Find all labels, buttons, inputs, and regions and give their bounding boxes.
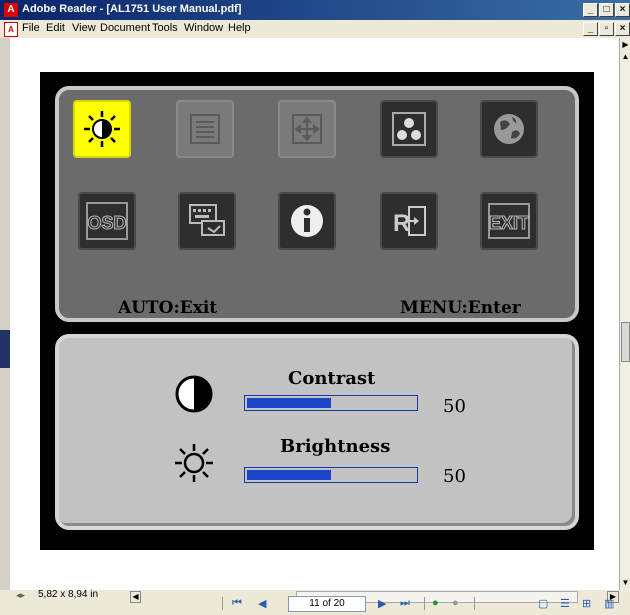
contrast-icon: [175, 375, 213, 413]
document-icon[interactable]: A: [4, 22, 18, 37]
continuous-view-icon[interactable]: ☰: [560, 597, 570, 610]
display-input-icon: [189, 204, 225, 236]
menu-document[interactable]: Document: [100, 22, 150, 34]
page-size-readout: 5,82 x 8,94 in: [38, 589, 99, 600]
menu-enter-hint: MENU:Enter: [400, 298, 521, 318]
first-page-icon[interactable]: ⏮: [232, 597, 242, 610]
navigation-pane-handle[interactable]: [0, 330, 10, 368]
osd-label: OSD: [87, 213, 126, 233]
menu-bar: A File Edit View Document Tools Window H…: [0, 20, 630, 38]
facing-view-icon[interactable]: ⊞: [582, 597, 591, 610]
minimize-button[interactable]: _: [583, 3, 598, 17]
osd-settings-tile: OSD: [78, 192, 136, 250]
brightness-value: 50: [443, 466, 466, 487]
position-arrows-icon: [292, 114, 322, 144]
globe-icon: [494, 114, 524, 144]
go-forward-icon[interactable]: ●: [452, 597, 459, 609]
contrast-value: 50: [443, 396, 466, 417]
auto-exit-hint: AUTO:Exit: [118, 298, 218, 318]
status-separator: [424, 597, 425, 610]
input-select-tile: [178, 192, 236, 250]
vertical-scrollbar[interactable]: ▶ ▲ ▼: [619, 38, 630, 590]
color-dots-icon: [392, 112, 426, 146]
doc-minimize-button[interactable]: _: [583, 22, 598, 36]
window-titlebar: A Adobe Reader - [AL1751 User Manual.pdf…: [0, 0, 630, 20]
menu-window[interactable]: Window: [184, 22, 223, 34]
exit-tile: EXIT: [480, 192, 538, 250]
page-number-field[interactable]: 11 of 20: [288, 596, 366, 612]
scroll-up-arrow-icon[interactable]: ▶: [621, 40, 630, 50]
contrast-slider: [244, 395, 418, 411]
lines-icon: [190, 114, 220, 144]
scroll-left-arrow-icon[interactable]: ◀: [130, 591, 141, 603]
position-tile: [278, 100, 336, 158]
sun-icon: [175, 444, 213, 482]
pdf-app-icon: A: [4, 3, 18, 17]
reset-icon: R: [393, 206, 426, 237]
status-separator: [474, 597, 475, 610]
info-icon: [291, 205, 323, 237]
information-tile: [278, 192, 336, 250]
brightness-slider: [244, 467, 418, 483]
svg-text:R: R: [393, 210, 410, 237]
next-page-icon[interactable]: ▶: [378, 597, 386, 610]
menu-help[interactable]: Help: [228, 22, 251, 34]
contrast-label: Contrast: [288, 368, 376, 389]
contrast-icon-box: [170, 372, 218, 416]
contrast-slider-fill: [247, 398, 331, 408]
brightness-icon-box: [170, 441, 218, 485]
exit-icon: EXIT: [488, 203, 530, 239]
vertical-scroll-thumb[interactable]: [621, 322, 630, 362]
brightness-slider-fill: [247, 470, 331, 480]
status-separator: [222, 597, 223, 610]
maximize-button[interactable]: □: [599, 3, 614, 17]
last-page-icon[interactable]: ⏭: [400, 597, 410, 610]
menu-edit[interactable]: Edit: [46, 22, 65, 34]
single-page-view-icon[interactable]: ▢: [538, 597, 548, 610]
continuous-facing-view-icon[interactable]: ▥: [604, 597, 614, 610]
menu-file[interactable]: File: [22, 22, 40, 34]
window-title: Adobe Reader - [AL1751 User Manual.pdf]: [22, 3, 242, 15]
menu-view[interactable]: View: [72, 22, 96, 34]
color-tile: [380, 100, 438, 158]
image-setup-tile: [176, 100, 234, 158]
exit-label: EXIT: [489, 213, 529, 233]
language-tile: [480, 100, 538, 158]
doc-restore-button[interactable]: ▫: [599, 22, 614, 36]
scroll-down-arrow-icon[interactable]: ▼: [621, 578, 630, 588]
brightness-sun-icon: [84, 111, 120, 147]
osd-settings-panel: [55, 334, 579, 530]
page-size-handle-icon[interactable]: ◂▸: [16, 590, 25, 601]
brightness-label: Brightness: [280, 436, 391, 457]
close-button[interactable]: ×: [615, 3, 630, 17]
osd-icon: OSD: [86, 202, 128, 240]
doc-close-button[interactable]: ×: [615, 22, 630, 36]
go-back-icon[interactable]: ●: [432, 597, 439, 609]
previous-page-icon[interactable]: ◀: [258, 597, 266, 610]
menu-tools[interactable]: Tools: [152, 22, 178, 34]
scroll-top-arrow-icon[interactable]: ▲: [621, 52, 630, 62]
brightness-tile: [73, 100, 131, 158]
reset-tile: R: [380, 192, 438, 250]
